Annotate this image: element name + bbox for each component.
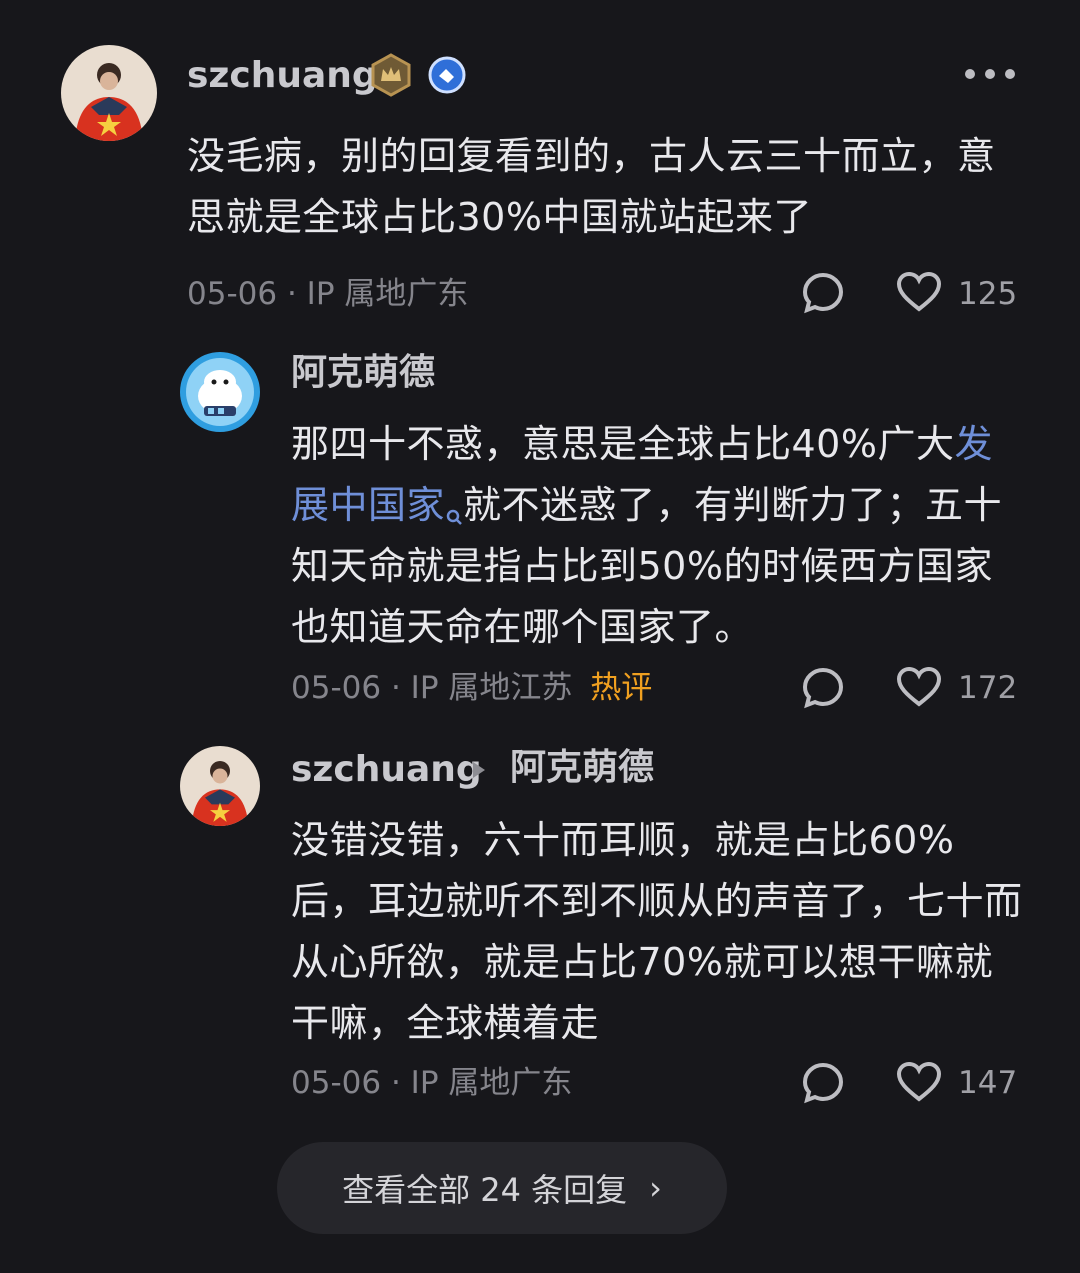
username[interactable]: szchuang xyxy=(187,58,378,94)
view-all-replies-button[interactable]: 查看全部 24 条回复 › xyxy=(277,1142,727,1234)
heart-icon[interactable] xyxy=(896,1061,942,1103)
search-small-icon[interactable] xyxy=(445,483,463,525)
reply-text: 那四十不惑，意思是全球占比40%广大发展中国家 就不迷惑了，有判断力了；五十知天命… xyxy=(291,414,1031,658)
reply-to-username[interactable]: 阿克萌德 xyxy=(510,750,654,786)
hot-comment-tag: 热评 xyxy=(590,670,653,706)
reply-bubble-icon[interactable] xyxy=(801,666,845,710)
avatar[interactable] xyxy=(180,352,260,432)
verified-badge-icon xyxy=(428,56,466,94)
view-all-label: 查看全部 24 条回复 xyxy=(342,1171,628,1209)
more-dots-icon[interactable] xyxy=(962,62,1018,86)
chevron-right-icon: › xyxy=(649,1169,662,1207)
reply-meta: 05-06 · IP 属地江苏 热评 xyxy=(291,673,652,704)
reply-arrow-icon xyxy=(473,762,485,778)
reply-ip: IP 属地广东 xyxy=(410,1065,573,1101)
reply-meta: 05-06 · IP 属地广东 xyxy=(291,1068,572,1099)
reply-text-part: 那四十不惑，意思是全球占比40%广大 xyxy=(291,422,955,466)
reply-date: 05-06 xyxy=(291,1065,382,1101)
comment-ip: IP 属地广东 xyxy=(306,276,469,312)
reply-bubble-icon[interactable] xyxy=(801,271,845,315)
reply-text: 没错没错，六十而耳顺，就是占比60%后，耳边就听不到不顺从的声音了，七十而从心所… xyxy=(291,818,1023,1045)
meta-separator: · xyxy=(390,1065,411,1101)
reply-ip: IP 属地江苏 xyxy=(410,670,573,706)
like-count: 172 xyxy=(958,670,1018,706)
like-count: 125 xyxy=(958,276,1018,312)
username[interactable]: szchuang xyxy=(291,752,482,788)
heart-icon[interactable] xyxy=(896,666,942,708)
avatar[interactable] xyxy=(180,746,260,826)
meta-separator: · xyxy=(390,670,411,706)
heart-icon[interactable] xyxy=(896,271,942,313)
username[interactable]: 阿克萌德 xyxy=(291,355,435,391)
reply-bubble-icon[interactable] xyxy=(801,1061,845,1105)
comment-date: 05-06 xyxy=(187,276,278,312)
reply-date: 05-06 xyxy=(291,670,382,706)
crown-badge-icon xyxy=(370,53,412,97)
meta-separator: · xyxy=(286,276,307,312)
like-count: 147 xyxy=(958,1065,1018,1101)
avatar[interactable] xyxy=(61,45,157,141)
comment-text: 没毛病，别的回复看到的，古人云三十而立，意思就是全球占比30%中国就站起来了 xyxy=(187,134,996,239)
comment-meta: 05-06 · IP 属地广东 xyxy=(187,279,468,310)
